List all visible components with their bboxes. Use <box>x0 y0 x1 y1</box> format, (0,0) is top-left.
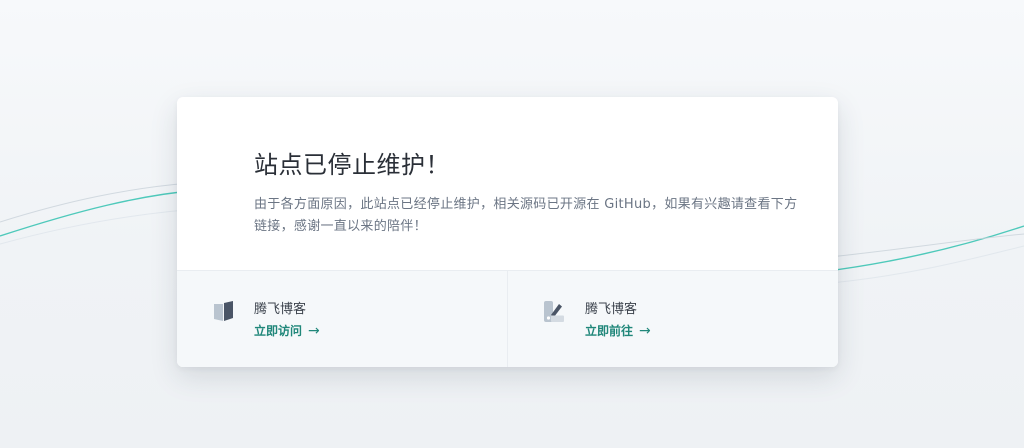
link-label: 腾飞博客 <box>254 302 307 317</box>
arrow-right-icon: → <box>639 323 651 339</box>
go-now-label: 立即前往 <box>585 324 634 338</box>
go-now-link[interactable]: 立即前往 → <box>585 323 651 340</box>
notice-description: 由于各方面原因，此站点已经停止维护，相关源码已开源在 GitHub，如果有兴趣请… <box>254 197 798 234</box>
link-card-visit[interactable]: 腾飞博客 立即访问 → <box>177 271 507 367</box>
notice-title: 站点已停止维护！ <box>254 151 450 179</box>
link-card-go[interactable]: 腾飞博客 立即前往 → <box>507 271 838 367</box>
link-label: 腾飞博客 <box>585 302 638 317</box>
design-tools-icon <box>544 301 564 322</box>
visit-now-label: 立即访问 <box>254 324 303 338</box>
book-icon <box>214 301 233 321</box>
maintenance-card: 站点已停止维护！ 由于各方面原因，此站点已经停止维护，相关源码已开源在 GitH… <box>177 97 838 367</box>
links-section: 腾飞博客 立即访问 → 腾飞博客 立即前往 → <box>177 270 838 367</box>
arrow-right-icon: → <box>308 323 320 339</box>
notice-section: 站点已停止维护！ 由于各方面原因，此站点已经停止维护，相关源码已开源在 GitH… <box>177 97 838 270</box>
visit-now-link[interactable]: 立即访问 → <box>254 323 320 340</box>
